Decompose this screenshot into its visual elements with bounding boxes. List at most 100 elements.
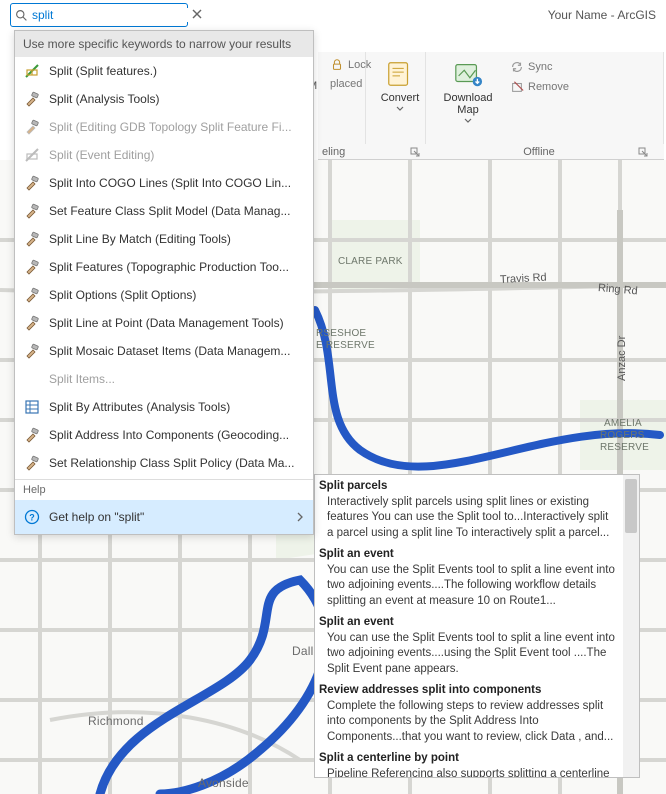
help-topic-desc: Interactively split parcels using split … <box>319 495 615 542</box>
get-help-row[interactable]: ? Get help on "split" <box>15 500 313 534</box>
road-label-travis: Travis Rd <box>500 272 547 286</box>
help-results-panel: Split parcelsInteractively split parcels… <box>314 474 640 778</box>
get-help-label: Get help on "split" <box>49 510 144 524</box>
search-icon <box>15 8 28 22</box>
road-label-anzac: Anzac Dr <box>616 336 628 381</box>
suggestion-item[interactable]: Split By Attributes (Analysis Tools) <box>15 393 313 421</box>
hammer-icon <box>23 342 41 360</box>
help-topic-desc: Complete the following steps to review a… <box>319 699 615 746</box>
suggestion-item[interactable]: Set Relationship Class Split Policy (Dat… <box>15 449 313 477</box>
help-topic-title: Review addresses split into components <box>319 683 615 699</box>
download-map-label: Download Map <box>438 92 498 116</box>
map-label-avonside: Avonside <box>198 776 249 790</box>
suggestion-item: Split (Editing GDB Topology Split Featur… <box>15 113 313 141</box>
map-label-dalli: Dalli <box>292 644 316 658</box>
hammer-icon <box>23 230 41 248</box>
ribbon-group-label-labeling: eling <box>322 146 345 158</box>
map-label-richmond: Richmond <box>88 714 144 728</box>
split-tool-icon <box>23 62 41 80</box>
hammer-icon <box>23 314 41 332</box>
search-suggestions-panel: Use more specific keywords to narrow you… <box>14 30 314 535</box>
hammer-icon <box>23 90 41 108</box>
attributes-icon <box>23 398 41 416</box>
remove-button[interactable]: Remove <box>506 78 573 96</box>
help-topic[interactable]: Split an eventYou can use the Split Even… <box>319 547 615 609</box>
blank-icon <box>23 370 41 388</box>
help-section-label: Help <box>15 480 313 500</box>
suggestion-label: Set Relationship Class Split Policy (Dat… <box>49 456 294 470</box>
sync-label: Sync <box>528 61 552 73</box>
chevron-down-icon <box>396 106 404 111</box>
convert-icon <box>384 58 416 90</box>
suggestion-item[interactable]: Split (Analysis Tools) <box>15 85 313 113</box>
ribbon-group-label-offline: Offline <box>523 146 555 158</box>
convert-label: Convert <box>381 92 420 104</box>
map-label-reserve2: RESERVE <box>600 442 649 453</box>
help-scrollbar-thumb[interactable] <box>625 479 637 533</box>
suggestion-item[interactable]: Split Mosaic Dataset Items (Data Managem… <box>15 337 313 365</box>
suggestion-item[interactable]: Split Options (Split Options) <box>15 281 313 309</box>
help-topic-title: Split parcels <box>319 479 615 495</box>
help-topic-title: Split a centerline by point <box>319 751 615 767</box>
hammer-icon <box>23 286 41 304</box>
help-topic[interactable]: Review addresses split into componentsCo… <box>319 683 615 745</box>
download-map-button[interactable]: Download Map <box>434 56 502 125</box>
suggestion-item[interactable]: Set Feature Class Split Model (Data Mana… <box>15 197 313 225</box>
help-scrollbar[interactable] <box>623 475 639 777</box>
suggestion-item: Split Items... <box>15 365 313 393</box>
split-gray-icon <box>23 146 41 164</box>
suggestion-item: Split (Event Editing) <box>15 141 313 169</box>
map-label-rogers: ROGERS <box>600 430 645 441</box>
hammer-icon <box>23 258 41 276</box>
dialog-launcher-icon[interactable] <box>638 147 648 157</box>
suggestion-label: Split (Event Editing) <box>49 148 154 162</box>
help-topic-desc: Pipeline Referencing also supports split… <box>319 767 615 777</box>
help-topic-desc: You can use the Split Events tool to spl… <box>319 631 615 678</box>
command-search-box[interactable] <box>10 3 188 27</box>
ribbon-partial: Lock placed M Convert <box>318 52 664 160</box>
suggestion-label: Split (Analysis Tools) <box>49 92 159 106</box>
suggestions-hint: Use more specific keywords to narrow you… <box>15 31 313 57</box>
suggestion-item[interactable]: Split Address Into Components (Geocoding… <box>15 421 313 449</box>
remove-icon <box>510 80 524 94</box>
suggestion-label: Split Mosaic Dataset Items (Data Managem… <box>49 344 290 358</box>
sync-button[interactable]: Sync <box>506 58 573 76</box>
help-icon: ? <box>23 508 41 526</box>
suggestion-item[interactable]: Split Into COGO Lines (Split Into COGO L… <box>15 169 313 197</box>
suggestion-label: Split By Attributes (Analysis Tools) <box>49 400 230 414</box>
sync-icon <box>510 60 524 74</box>
dialog-launcher-icon[interactable] <box>410 147 420 157</box>
svg-text:?: ? <box>29 513 35 523</box>
help-topic[interactable]: Split a centerline by pointPipeline Refe… <box>319 751 615 777</box>
map-label-amelia: AMELIA <box>604 418 642 429</box>
hammer-icon <box>23 202 41 220</box>
help-topic[interactable]: Split parcelsInteractively split parcels… <box>319 479 615 541</box>
help-topic-title: Split an event <box>319 615 615 631</box>
suggestion-item[interactable]: Split Features (Topographic Production T… <box>15 253 313 281</box>
help-topic-desc: You can use the Split Events tool to spl… <box>319 563 615 610</box>
command-search-input[interactable] <box>28 8 191 22</box>
suggestion-item[interactable]: Split (Split features.) <box>15 57 313 85</box>
map-label-reserve: E RESERVE <box>316 340 375 351</box>
convert-button[interactable]: Convert <box>374 56 426 113</box>
help-topic-title: Split an event <box>319 547 615 563</box>
suggestion-label: Split Items... <box>49 372 115 386</box>
placed-label: placed <box>330 78 362 90</box>
window-title: Your Name - ArcGIS <box>548 8 656 22</box>
download-map-icon <box>452 58 484 90</box>
suggestion-label: Split Options (Split Options) <box>49 288 196 302</box>
clear-search-icon[interactable] <box>191 8 203 22</box>
suggestion-label: Split Line By Match (Editing Tools) <box>49 232 231 246</box>
suggestion-label: Split Line at Point (Data Management Too… <box>49 316 284 330</box>
suggestion-item[interactable]: Split Line By Match (Editing Tools) <box>15 225 313 253</box>
suggestion-label: Split (Editing GDB Topology Split Featur… <box>49 120 292 134</box>
suggestion-item[interactable]: Split Line at Point (Data Management Too… <box>15 309 313 337</box>
help-topic[interactable]: Split an eventYou can use the Split Even… <box>319 615 615 677</box>
suggestion-label: Split Address Into Components (Geocoding… <box>49 428 289 442</box>
suggestion-label: Split Into COGO Lines (Split Into COGO L… <box>49 176 291 190</box>
hammer-icon <box>23 118 41 136</box>
map-label-clare-park: CLARE PARK <box>338 256 403 267</box>
chevron-down-icon <box>464 118 472 123</box>
chevron-right-icon <box>295 512 305 522</box>
hammer-icon <box>23 454 41 472</box>
